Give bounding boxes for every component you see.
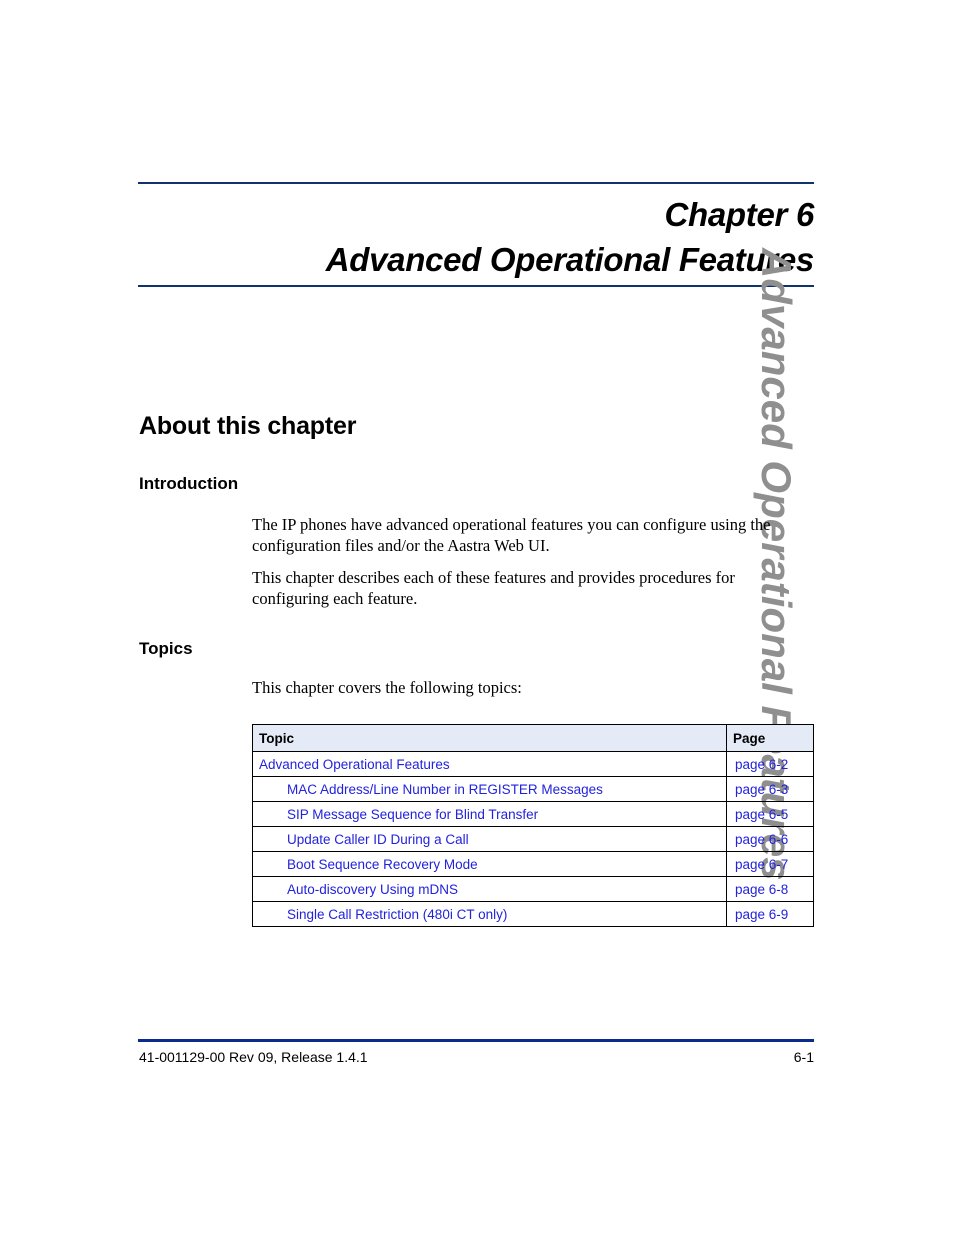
topic-cell: SIP Message Sequence for Blind Transfer <box>252 801 727 827</box>
chapter-title: Chapter 6 Advanced Operational Features <box>138 192 815 282</box>
topic-cell: Update Caller ID During a Call <box>252 826 727 852</box>
chapter-name: Advanced Operational Features <box>325 241 815 278</box>
page-link[interactable]: page 6-5 <box>735 807 788 822</box>
table-row: Advanced Operational Features page 6-2 <box>252 751 814 777</box>
page-link[interactable]: page 6-3 <box>735 782 788 797</box>
topic-link[interactable]: MAC Address/Line Number in REGISTER Mess… <box>259 782 603 797</box>
page-title: About this chapter <box>139 412 357 440</box>
topic-cell: Boot Sequence Recovery Mode <box>252 851 727 877</box>
page-cell: page 6-6 <box>726 826 814 852</box>
table-row: Boot Sequence Recovery Mode page 6-7 <box>252 851 814 877</box>
chapter-rule-bottom <box>138 285 814 287</box>
footer-page-number: 6-1 <box>793 1049 814 1065</box>
table-row: Auto-discovery Using mDNS page 6-8 <box>252 876 814 902</box>
page-cell: page 6-8 <box>726 876 814 902</box>
page-link[interactable]: page 6-6 <box>735 832 788 847</box>
topics-table: Topic Page Advanced Operational Features… <box>252 724 814 927</box>
page-cell: page 6-5 <box>726 801 814 827</box>
page-link[interactable]: page 6-2 <box>735 757 788 772</box>
chapter-rule-top <box>138 182 814 184</box>
chapter-number: Chapter 6 <box>664 196 814 233</box>
column-header-topic: Topic <box>252 724 727 752</box>
page-cell: page 6-7 <box>726 851 814 877</box>
page-cell: page 6-3 <box>726 776 814 802</box>
introduction-paragraph-1: The IP phones have advanced operational … <box>252 515 771 555</box>
topic-link[interactable]: Update Caller ID During a Call <box>259 832 469 847</box>
section-heading-introduction: Introduction <box>139 474 239 493</box>
footer-document-id: 41-001129-00 Rev 09, Release 1.4.1 <box>139 1049 368 1065</box>
section-heading-topics: Topics <box>139 639 193 658</box>
footer-rule <box>138 1039 814 1042</box>
table-row: Single Call Restriction (480i CT only) pa… <box>252 901 814 927</box>
table-row: MAC Address/Line Number in REGISTER Mess… <box>252 776 814 802</box>
topic-link[interactable]: Boot Sequence Recovery Mode <box>259 857 478 872</box>
topic-link[interactable]: Advanced Operational Features <box>259 757 450 772</box>
page-link[interactable]: page 6-7 <box>735 857 788 872</box>
table-row: Update Caller ID During a Call page 6-6 <box>252 826 814 852</box>
document-page: Chapter 6 Advanced Operational Features … <box>0 0 954 1235</box>
page-link[interactable]: page 6-9 <box>735 907 788 922</box>
topic-cell: Single Call Restriction (480i CT only) <box>252 901 727 927</box>
topics-lead-text: This chapter covers the following topics… <box>252 678 522 697</box>
table-row: SIP Message Sequence for Blind Transfer p… <box>252 801 814 827</box>
column-header-page: Page <box>726 724 814 752</box>
topic-link[interactable]: SIP Message Sequence for Blind Transfer <box>259 807 538 822</box>
topic-link[interactable]: Single Call Restriction (480i CT only) <box>259 907 507 922</box>
table-header-row: Topic Page <box>252 724 814 752</box>
topics-table-body: Advanced Operational Features page 6-2 MAC… <box>252 751 814 927</box>
page-cell: page 6-2 <box>726 751 814 777</box>
topics-table-head: Topic Page <box>252 724 814 752</box>
topic-cell: Auto-discovery Using mDNS <box>252 876 727 902</box>
topic-cell: Advanced Operational Features <box>252 751 727 777</box>
page-link[interactable]: page 6-8 <box>735 882 788 897</box>
topic-cell: MAC Address/Line Number in REGISTER Mess… <box>252 776 727 802</box>
topic-link[interactable]: Auto-discovery Using mDNS <box>259 882 458 897</box>
introduction-paragraph-2: This chapter describes each of these fea… <box>252 568 735 608</box>
page-cell: page 6-9 <box>726 901 814 927</box>
